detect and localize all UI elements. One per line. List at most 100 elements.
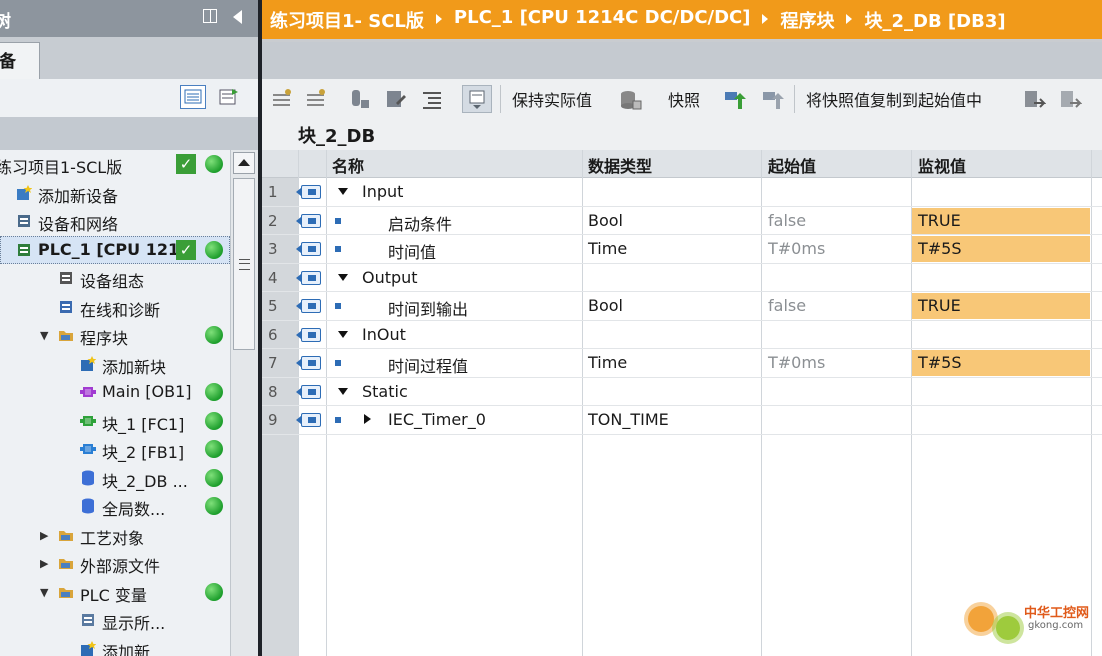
project-tree: 练习项目1-SCL版 ✓ 添加新设备 设备和网络 PLC_1 [CPU 121... ✓ 设… xyxy=(0,150,230,656)
cell-start-value[interactable]: false xyxy=(768,211,806,230)
cell-datatype[interactable]: Time xyxy=(588,239,627,258)
tree-scrollbar[interactable] xyxy=(230,150,258,656)
column-header-name[interactable]: 名称 xyxy=(332,153,364,177)
cell-name[interactable]: Static xyxy=(362,382,408,401)
load-snapshot-icon[interactable] xyxy=(722,87,746,111)
tree-item-label: 全局数... xyxy=(102,500,166,519)
tree-item-label: 练习项目1-SCL版 xyxy=(0,158,123,177)
cell-datatype[interactable]: Time xyxy=(588,353,627,372)
breadcrumb-item[interactable]: 程序块 xyxy=(780,7,834,33)
cell-name[interactable]: Output xyxy=(362,268,418,287)
breadcrumb-item[interactable]: PLC_1 [CPU 1214C DC/DC/DC] xyxy=(454,7,751,33)
scroll-up-icon[interactable] xyxy=(233,152,255,174)
table-row[interactable]: 8 Static xyxy=(262,378,1102,406)
cell-name[interactable]: Input xyxy=(362,182,403,201)
tree-item[interactable]: ▼ 程序块 xyxy=(0,321,230,350)
row-number: 6 xyxy=(268,325,278,344)
table-row[interactable]: 5 时间到输出 Bool false TRUE xyxy=(262,292,1102,321)
variable-icon xyxy=(335,360,341,366)
expand-toggle-icon[interactable]: ▶ xyxy=(40,557,48,570)
table-row[interactable]: 1 Input xyxy=(262,178,1102,207)
collapse-toggle-icon[interactable]: ▼ xyxy=(40,329,48,342)
tree-item[interactable]: 块_1 [FC1] xyxy=(0,407,230,436)
cell-name[interactable]: IEC_Timer_0 xyxy=(388,410,486,429)
tree-item-label: 显示所... xyxy=(102,614,166,633)
cell-datatype[interactable]: Bool xyxy=(588,296,623,315)
tab-devices[interactable]: 备 xyxy=(0,42,40,79)
tree-item[interactable]: 块_2 [FB1] xyxy=(0,435,230,464)
table-row[interactable]: 3 时间值 Time T#0ms T#5S xyxy=(262,235,1102,264)
tree-item[interactable]: 添加新块 xyxy=(0,350,230,379)
cell-start-value[interactable]: T#0ms xyxy=(768,239,825,258)
copy-values-icon[interactable] xyxy=(1022,87,1047,111)
interface-icon xyxy=(296,356,321,370)
column-header-datatype[interactable]: 数据类型 xyxy=(588,153,652,177)
tree-item[interactable]: PLC_1 [CPU 121... ✓ xyxy=(0,235,230,264)
expand-all-icon[interactable] xyxy=(348,87,372,111)
ob-icon xyxy=(80,384,96,400)
tree-item[interactable]: ▶ 工艺对象 xyxy=(0,521,230,550)
tree-item[interactable]: 显示所... xyxy=(0,606,230,635)
collapse-all-icon[interactable] xyxy=(384,87,408,111)
table-row[interactable]: 4 Output xyxy=(262,264,1102,292)
collapse-toggle-icon[interactable] xyxy=(338,330,348,338)
tree-item[interactable]: 添加新设备 xyxy=(0,179,230,208)
cell-datatype[interactable]: TON_TIME xyxy=(588,410,669,429)
tree-item-label: PLC 变量 xyxy=(80,585,147,605)
table-row[interactable]: 6 InOut xyxy=(262,321,1102,349)
tree-item[interactable]: 块_2_DB ... xyxy=(0,464,230,493)
tree-item[interactable]: 在线和诊断 xyxy=(0,293,230,322)
variable-icon xyxy=(335,246,341,252)
copy-snapshot-to-start-button[interactable]: 将快照值复制到起始值中 xyxy=(806,87,982,111)
overview-view-icon[interactable] xyxy=(180,85,206,109)
keep-actual-values-button[interactable]: 保持实际值 xyxy=(512,87,592,111)
tree-item[interactable]: 练习项目1-SCL版 ✓ xyxy=(0,150,230,179)
tree-item[interactable]: 全局数... xyxy=(0,492,230,521)
collapse-toggle-icon[interactable] xyxy=(338,387,348,395)
breadcrumb-item[interactable]: 块_2_DB [DB3] xyxy=(864,7,1005,33)
add-row-icon[interactable] xyxy=(304,87,328,111)
editor-toolbar: 保持实际值 快照 将快照值复制到起始值中 xyxy=(262,79,1102,119)
cell-start-value[interactable]: T#0ms xyxy=(768,353,825,372)
collapse-panel-icon[interactable] xyxy=(233,10,242,24)
snapshot-icon[interactable] xyxy=(618,87,642,111)
list-view-icon[interactable] xyxy=(420,87,444,111)
tree-tabstrip: 备 xyxy=(0,37,258,79)
collapse-toggle-icon[interactable] xyxy=(338,273,348,281)
tree-item[interactable]: Main [OB1] xyxy=(0,378,230,407)
collapse-toggle-icon[interactable]: ▼ xyxy=(40,586,48,599)
expand-toggle-icon[interactable]: ▶ xyxy=(40,529,48,542)
cell-name[interactable]: 时间过程值 xyxy=(388,353,468,377)
scroll-thumb[interactable] xyxy=(233,178,255,350)
copy-values-alt-icon[interactable] xyxy=(1058,87,1083,111)
insert-row-icon[interactable] xyxy=(270,87,294,111)
add-to-view-icon[interactable] xyxy=(216,85,242,109)
cell-name[interactable]: 时间到输出 xyxy=(388,296,468,320)
tree-item[interactable]: 添加新... xyxy=(0,635,230,656)
tree-header xyxy=(0,117,258,150)
tree-item[interactable]: ▼ PLC 变量 xyxy=(0,578,230,607)
table-row[interactable]: 9 IEC_Timer_0 TON_TIME xyxy=(262,406,1102,435)
cell-start-value[interactable]: false xyxy=(768,296,806,315)
panel-layout-icon[interactable] xyxy=(203,9,217,23)
load-start-values-icon[interactable] xyxy=(760,87,784,111)
cell-datatype[interactable]: Bool xyxy=(588,211,623,230)
breadcrumb-item[interactable]: 练习项目1- SCL版 xyxy=(270,7,424,33)
tree-item[interactable]: 设备组态 xyxy=(0,264,230,293)
gear-icon xyxy=(996,616,1020,640)
breadcrumb-arrow-icon xyxy=(846,14,853,24)
collapse-toggle-icon[interactable] xyxy=(338,188,348,195)
snapshot-button[interactable]: 快照 xyxy=(668,87,700,111)
column-header-monitor-value[interactable]: 监视值 xyxy=(918,153,966,177)
tree-item[interactable]: 设备和网络 xyxy=(0,207,230,236)
cell-name[interactable]: InOut xyxy=(362,325,406,344)
cell-name[interactable]: 启动条件 xyxy=(388,211,452,235)
table-row[interactable]: 2 启动条件 Bool false TRUE xyxy=(262,207,1102,235)
tree-item[interactable]: ▶ 外部源文件 xyxy=(0,549,230,578)
table-row[interactable]: 7 时间过程值 Time T#0ms T#5S xyxy=(262,349,1102,378)
cell-name[interactable]: 时间值 xyxy=(388,239,436,263)
monitor-all-icon[interactable] xyxy=(462,85,492,113)
online-status-icon xyxy=(205,240,223,259)
column-header-start-value[interactable]: 起始值 xyxy=(768,153,816,177)
expand-toggle-icon[interactable] xyxy=(364,414,371,424)
